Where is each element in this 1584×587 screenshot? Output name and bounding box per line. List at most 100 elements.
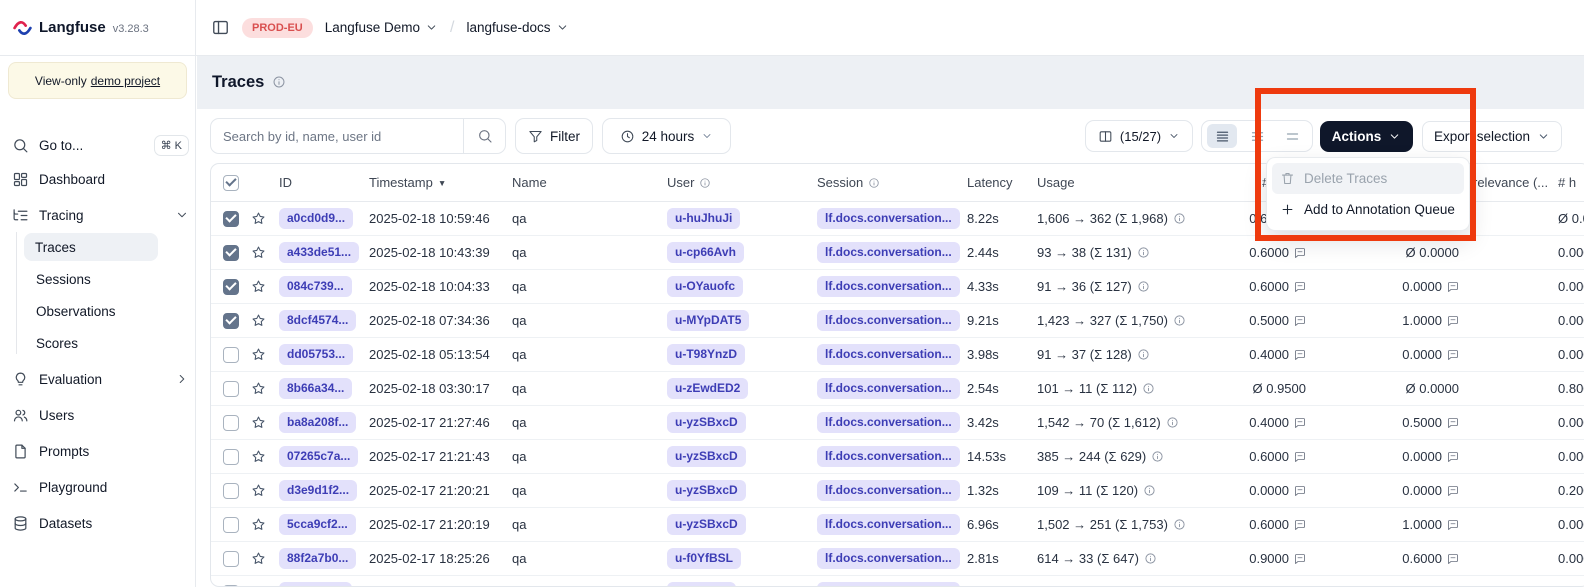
bookmark-star-icon[interactable] xyxy=(251,449,266,464)
table-row[interactable]: a433de51... 2025-02-18 10:43:39 qa u-cp6… xyxy=(211,236,1584,270)
column-header-timestamp[interactable]: Timestamp ▼ xyxy=(369,164,446,201)
bookmark-star-icon[interactable] xyxy=(251,517,266,532)
session-badge[interactable]: lf.docs.conversation... xyxy=(817,276,960,296)
user-badge[interactable]: u-zEwdED2 xyxy=(667,378,748,398)
row-height-compact-button[interactable] xyxy=(1207,124,1237,148)
trace-id-badge[interactable]: 8dcf4574... xyxy=(279,310,356,330)
session-badge[interactable]: lf.docs.conversation... xyxy=(817,344,960,364)
user-badge[interactable]: u-yzSBxcD xyxy=(667,446,746,466)
row-checkbox[interactable] xyxy=(223,551,239,567)
user-badge[interactable]: u-huJhuJi xyxy=(667,208,740,228)
trace-id-badge[interactable]: a0cd0d9... xyxy=(279,208,353,228)
column-header-user[interactable]: User xyxy=(667,164,711,201)
user-badge[interactable]: u-cp66Avh xyxy=(667,242,744,262)
demo-project-link[interactable]: demo project xyxy=(91,74,160,88)
session-badge[interactable]: lf.docs.conversation... xyxy=(817,208,960,228)
row-height-medium-button[interactable] xyxy=(1242,124,1272,148)
trace-id-badge[interactable]: 084c739... xyxy=(279,276,352,296)
session-badge[interactable]: lf.docs.conversation... xyxy=(817,412,960,432)
column-header-relevance[interactable]: relevance (... xyxy=(1473,164,1548,201)
sidebar-item-evaluation[interactable]: Evaluation xyxy=(12,365,189,393)
trace-id-badge[interactable]: dd05753... xyxy=(279,344,353,364)
trace-id-badge[interactable]: 07265c7a... xyxy=(279,446,358,466)
bookmark-star-icon[interactable] xyxy=(251,211,266,226)
search-input[interactable] xyxy=(210,118,506,154)
org-selector[interactable]: Langfuse Demo xyxy=(325,20,438,35)
user-badge[interactable]: u-VIZvwo xyxy=(667,582,736,587)
bookmark-star-icon[interactable] xyxy=(251,347,266,362)
bookmark-star-icon[interactable] xyxy=(251,313,266,328)
trace-id-badge[interactable]: 5cca9cf2... xyxy=(279,514,356,534)
session-badge[interactable]: lf.docs.conversation... xyxy=(817,582,960,587)
row-checkbox[interactable] xyxy=(223,313,239,329)
user-badge[interactable]: u-OYauofc xyxy=(667,276,743,296)
session-badge[interactable]: lf.docs.conversation... xyxy=(817,514,960,534)
row-checkbox[interactable] xyxy=(223,381,239,397)
info-icon[interactable] xyxy=(272,75,286,89)
session-badge[interactable]: lf.docs.conversation... xyxy=(817,310,960,330)
session-badge[interactable]: lf.docs.conversation... xyxy=(817,242,960,262)
row-checkbox[interactable] xyxy=(223,415,239,431)
trace-id-badge[interactable]: b669529... xyxy=(279,582,352,587)
row-checkbox[interactable] xyxy=(223,449,239,465)
columns-button[interactable]: (15/27) xyxy=(1085,120,1193,152)
trace-id-badge[interactable]: 88f2a7b0... xyxy=(279,548,356,568)
table-row[interactable]: 8b66a34... 2025-02-18 03:30:17 qa u-zEwd… xyxy=(211,372,1584,406)
row-height-tall-button[interactable] xyxy=(1277,124,1307,148)
sidebar-item-sessions[interactable]: Sessions xyxy=(36,265,189,293)
session-badge[interactable]: lf.docs.conversation... xyxy=(817,480,960,500)
info-icon[interactable] xyxy=(1142,382,1155,395)
sidebar-item-playground[interactable]: Playground xyxy=(12,473,189,501)
sidebar-item-datasets[interactable]: Datasets xyxy=(12,509,189,537)
trace-id-badge[interactable]: 8b66a34... xyxy=(279,378,352,398)
bookmark-star-icon[interactable] xyxy=(251,279,266,294)
sidebar-item-observations[interactable]: Observations xyxy=(36,297,189,325)
project-selector[interactable]: langfuse-docs xyxy=(467,20,569,35)
column-header-latency[interactable]: Latency xyxy=(967,164,1013,201)
column-header-session[interactable]: Session xyxy=(817,164,880,201)
row-checkbox[interactable] xyxy=(223,211,239,227)
column-header-id[interactable]: ID xyxy=(279,164,292,201)
row-checkbox[interactable] xyxy=(223,279,239,295)
actions-button[interactable]: Actions xyxy=(1320,121,1413,152)
filter-button[interactable]: Filter xyxy=(515,118,593,154)
menu-item-delete-traces[interactable]: Delete Traces xyxy=(1272,163,1464,194)
info-icon[interactable] xyxy=(1137,246,1150,259)
select-all-checkbox[interactable] xyxy=(223,175,239,191)
sidebar-item-scores[interactable]: Scores xyxy=(36,329,189,357)
user-badge[interactable]: u-MYpDAT5 xyxy=(667,310,749,330)
user-badge[interactable]: u-yzSBxcD xyxy=(667,480,746,500)
export-selection-button[interactable]: Export selection xyxy=(1422,121,1562,152)
table-row[interactable]: b669529... 2025-02-17 16:58:45 qa u-VIZv… xyxy=(211,576,1584,587)
user-badge[interactable]: u-f0YfBSL xyxy=(667,548,741,568)
sidebar-item-goto[interactable]: Go to... ⌘ K xyxy=(12,131,189,159)
table-row[interactable]: 084c739... 2025-02-18 10:04:33 qa u-OYau… xyxy=(211,270,1584,304)
info-icon[interactable] xyxy=(1137,280,1150,293)
session-badge[interactable]: lf.docs.conversation... xyxy=(817,446,960,466)
row-checkbox[interactable] xyxy=(223,347,239,363)
column-header-name[interactable]: Name xyxy=(512,164,547,201)
table-row[interactable]: 07265c7a... 2025-02-17 21:21:43 qa u-yzS… xyxy=(211,440,1584,474)
trace-id-badge[interactable]: a433de51... xyxy=(279,242,359,262)
time-range-button[interactable]: 24 hours xyxy=(602,118,731,154)
sidebar-item-tracing[interactable]: Tracing xyxy=(12,201,189,229)
row-checkbox[interactable] xyxy=(223,483,239,499)
bookmark-star-icon[interactable] xyxy=(251,415,266,430)
search-icon[interactable] xyxy=(477,128,493,144)
info-icon[interactable] xyxy=(1173,518,1186,531)
user-badge[interactable]: u-yzSBxcD xyxy=(667,412,746,432)
info-icon[interactable] xyxy=(1151,450,1164,463)
session-badge[interactable]: lf.docs.conversation... xyxy=(817,378,960,398)
info-icon[interactable] xyxy=(1144,552,1157,565)
table-row[interactable]: dd05753... 2025-02-18 05:13:54 qa u-T98Y… xyxy=(211,338,1584,372)
menu-item-add-to-annotation-queue[interactable]: Add to Annotation Queue xyxy=(1272,194,1464,225)
bookmark-star-icon[interactable] xyxy=(251,245,266,260)
info-icon[interactable] xyxy=(1173,212,1186,225)
info-icon[interactable] xyxy=(1137,348,1150,361)
info-icon[interactable] xyxy=(1166,416,1179,429)
table-row[interactable]: 88f2a7b0... 2025-02-17 18:25:26 qa u-f0Y… xyxy=(211,542,1584,576)
info-icon[interactable] xyxy=(1143,484,1156,497)
user-badge[interactable]: u-T98YnzD xyxy=(667,344,745,364)
user-badge[interactable]: u-yzSBxcD xyxy=(667,514,746,534)
sidebar-toggle-icon[interactable] xyxy=(211,18,230,37)
